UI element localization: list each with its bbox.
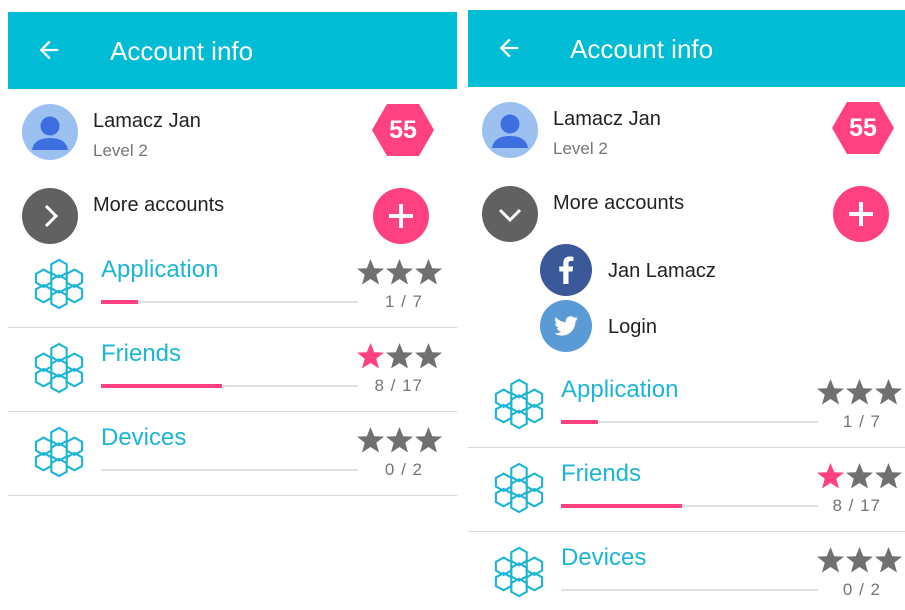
user-level: Level 2 bbox=[93, 141, 148, 160]
star-icon bbox=[816, 546, 845, 574]
points-value: 55 bbox=[849, 114, 877, 142]
screen-expanded: Account info Lamacz Jan Level 2 55 More … bbox=[468, 0, 905, 610]
back-arrow-icon[interactable] bbox=[35, 36, 63, 64]
star-rating bbox=[816, 462, 903, 490]
star-rating bbox=[356, 426, 443, 454]
chevron-right-icon bbox=[44, 204, 59, 228]
progress-fill bbox=[101, 384, 222, 388]
screen-collapsed: Account info Lamacz Jan Level 2 55 More … bbox=[8, 0, 457, 610]
avatar bbox=[22, 104, 78, 160]
star-rating bbox=[356, 258, 443, 286]
star-icon bbox=[816, 462, 845, 490]
progress-track bbox=[561, 589, 818, 591]
star-icon bbox=[414, 258, 443, 286]
category-item[interactable]: Friends 8 / 17 bbox=[468, 448, 905, 532]
progress-track bbox=[101, 300, 358, 304]
expand-accounts-button[interactable] bbox=[22, 188, 78, 244]
category-item[interactable]: Friends 8 / 17 bbox=[8, 328, 457, 412]
page-title: Account info bbox=[570, 34, 714, 64]
category-item[interactable]: Devices 0 / 2 bbox=[468, 532, 905, 610]
star-icon bbox=[385, 426, 414, 454]
progress-track bbox=[561, 504, 818, 508]
star-icon bbox=[874, 462, 903, 490]
progress-fill bbox=[101, 300, 138, 304]
category-title: Devices bbox=[561, 544, 647, 571]
twitter-login-button[interactable] bbox=[540, 300, 592, 352]
star-icon bbox=[356, 342, 385, 370]
progress-track bbox=[101, 384, 358, 388]
progress-fill bbox=[561, 504, 682, 508]
person-icon bbox=[32, 116, 68, 150]
progress-track bbox=[561, 420, 818, 424]
back-arrow-icon[interactable] bbox=[495, 34, 523, 62]
star-icon bbox=[414, 342, 443, 370]
progress-count: 0 / 2 bbox=[842, 580, 881, 599]
star-icon bbox=[385, 342, 414, 370]
points-badge: 55 bbox=[831, 100, 895, 156]
app-bar: Account info bbox=[8, 12, 457, 89]
chevron-down-icon bbox=[498, 208, 522, 223]
star-icon bbox=[356, 258, 385, 286]
hexagon-cluster-icon bbox=[34, 258, 84, 310]
hexagon-cluster-icon bbox=[494, 462, 544, 514]
app-bar: Account info bbox=[468, 10, 905, 87]
collapse-accounts-button[interactable] bbox=[482, 186, 538, 242]
star-icon bbox=[356, 426, 385, 454]
progress-fill bbox=[561, 420, 598, 424]
category-title: Devices bbox=[101, 424, 187, 451]
category-title: Application bbox=[561, 376, 679, 403]
add-account-button[interactable] bbox=[833, 186, 889, 242]
plus-icon bbox=[389, 204, 413, 228]
hexagon-cluster-icon bbox=[494, 378, 544, 430]
points-value: 55 bbox=[389, 116, 417, 144]
category-item[interactable]: Application 1 / 7 bbox=[468, 364, 905, 448]
star-rating bbox=[356, 342, 443, 370]
star-icon bbox=[845, 462, 874, 490]
category-item[interactable]: Application 1 / 7 bbox=[8, 244, 457, 328]
add-account-button[interactable] bbox=[373, 188, 429, 244]
hexagon-cluster-icon bbox=[34, 342, 84, 394]
user-name: Lamacz Jan bbox=[93, 110, 201, 132]
progress-count: 8 / 17 bbox=[832, 496, 881, 515]
points-badge: 55 bbox=[371, 102, 435, 158]
facebook-account-button[interactable] bbox=[540, 244, 592, 296]
user-level: Level 2 bbox=[553, 139, 608, 158]
star-icon bbox=[874, 546, 903, 574]
category-item[interactable]: Devices 0 / 2 bbox=[8, 412, 457, 496]
star-rating bbox=[816, 546, 903, 574]
progress-track bbox=[101, 469, 358, 471]
star-icon bbox=[816, 378, 845, 406]
star-icon bbox=[845, 378, 874, 406]
twitter-icon bbox=[554, 316, 578, 336]
facebook-account-label: Jan Lamacz bbox=[608, 260, 716, 282]
more-accounts-label: More accounts bbox=[553, 192, 685, 214]
star-icon bbox=[385, 258, 414, 286]
hexagon-cluster-icon bbox=[494, 546, 544, 598]
user-name: Lamacz Jan bbox=[553, 108, 661, 130]
star-rating bbox=[816, 378, 903, 406]
more-accounts-label: More accounts bbox=[93, 194, 225, 216]
hexagon-cluster-icon bbox=[34, 426, 84, 478]
page-title: Account info bbox=[110, 36, 254, 66]
progress-count: 0 / 2 bbox=[384, 460, 423, 479]
category-title: Application bbox=[101, 256, 219, 283]
plus-icon bbox=[849, 202, 873, 226]
progress-count: 1 / 7 bbox=[384, 292, 423, 311]
person-icon bbox=[492, 114, 528, 148]
star-icon bbox=[874, 378, 903, 406]
star-icon bbox=[414, 426, 443, 454]
progress-count: 1 / 7 bbox=[842, 412, 881, 431]
divider bbox=[8, 495, 457, 496]
star-icon bbox=[845, 546, 874, 574]
twitter-login-label: Login bbox=[608, 316, 657, 338]
category-title: Friends bbox=[101, 340, 182, 367]
progress-count: 8 / 17 bbox=[374, 376, 423, 395]
facebook-icon bbox=[559, 256, 574, 284]
avatar bbox=[482, 102, 538, 158]
category-title: Friends bbox=[561, 460, 642, 487]
